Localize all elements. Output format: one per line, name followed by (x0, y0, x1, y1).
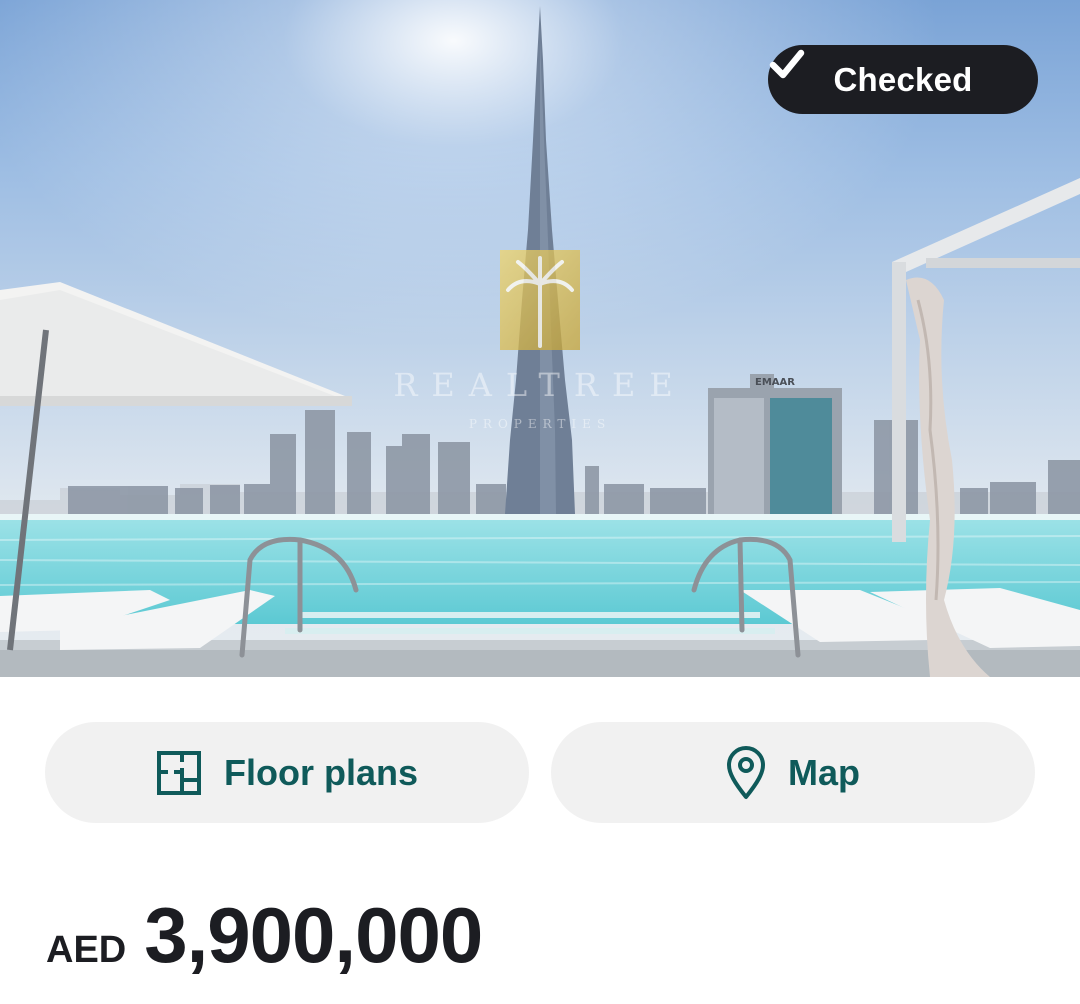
price-amount: 3,900,000 (144, 891, 483, 979)
map-label: Map (788, 751, 860, 793)
map-button[interactable]: Map (551, 722, 1035, 823)
map-pin-icon (727, 745, 765, 799)
price: AED 3,900,000 (46, 890, 483, 980)
listing-hero-photo[interactable]: REALTREE PROPERTIES EMAAR Checked (0, 0, 1080, 677)
checked-badge-label: Checked (833, 60, 973, 98)
floor-plans-label: Floor plans (223, 751, 418, 793)
watermark-name: REALTREE (393, 366, 686, 404)
checked-badge: Checked (768, 45, 1038, 114)
floor-plan-icon (156, 750, 201, 795)
tower-sign: EMAAR (755, 377, 795, 388)
floor-plans-button[interactable]: Floor plans (45, 722, 529, 823)
price-currency: AED (46, 929, 127, 971)
realtree-watermark (500, 250, 580, 350)
check-icon (769, 49, 805, 79)
watermark-sub: PROPERTIES (469, 417, 611, 431)
